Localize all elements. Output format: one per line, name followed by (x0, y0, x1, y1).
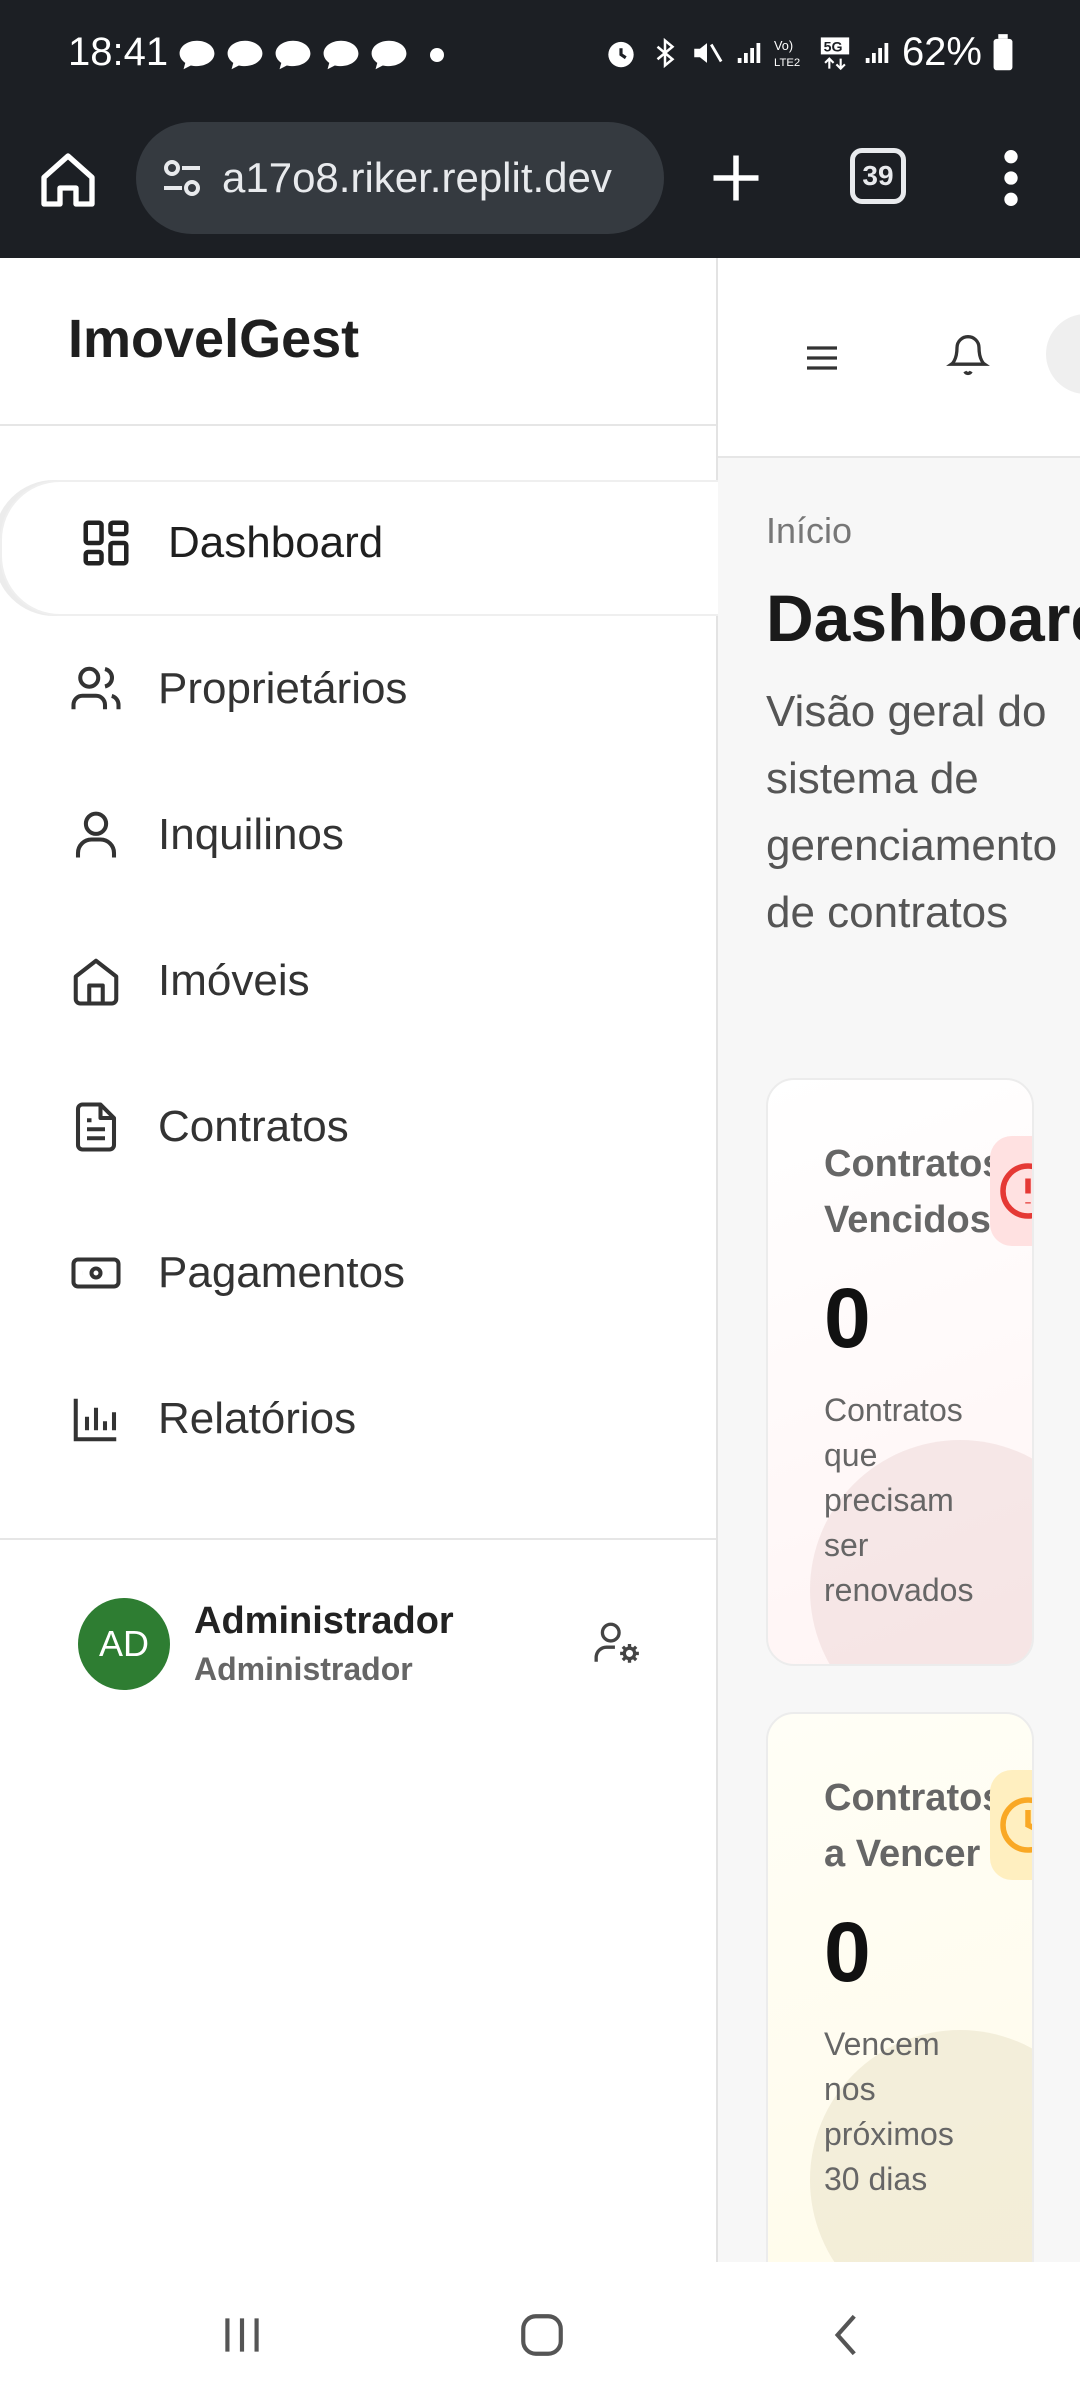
brand-logo[interactable]: ImovelGest (68, 308, 359, 370)
status-bar: 18:41 Vo) LTE2 5G 62% (0, 0, 1080, 118)
user-role: Administrador (194, 1651, 413, 1687)
sidebar-item-label: Contratos (158, 1102, 349, 1151)
avatar: AD (78, 1598, 170, 1690)
hamburger-menu-icon[interactable] (802, 338, 842, 378)
sidebar-item-label: Pagamentos (158, 1248, 406, 1297)
status-time: 18:41 (68, 30, 169, 74)
users-icon (68, 661, 124, 717)
sidebar-item-label: Imóveis (158, 956, 310, 1005)
sidebar-item-inquilinos[interactable]: Inquilinos (0, 762, 716, 908)
home-button-icon[interactable] (514, 2310, 570, 2360)
top-bar (718, 258, 1080, 458)
notification-icons (178, 38, 444, 72)
sidebar: ImovelGest Dashboard Proprietários Inqui… (0, 258, 762, 2262)
url-text: a17o8.riker.replit.dev (222, 154, 612, 201)
sidebar-item-label: Inquilinos (158, 810, 344, 859)
sidebar-item-proprietarios[interactable]: Proprietários (0, 616, 716, 762)
document-icon (68, 1099, 124, 1155)
signal-icon (865, 42, 889, 63)
site-settings-icon[interactable] (158, 154, 206, 202)
recent-apps-icon[interactable] (214, 2310, 270, 2360)
chat-bubble-icon (179, 40, 215, 70)
battery-icon (993, 33, 1013, 70)
divider (0, 1538, 716, 1540)
sidebar-item-label: Proprietários (158, 664, 408, 713)
card-value: 0 (824, 1905, 871, 1999)
chat-bubble-icon (275, 40, 311, 70)
tab-switcher-button[interactable]: 39 (850, 148, 906, 204)
user-name: Administrador (194, 1600, 454, 1642)
sidebar-item-imoveis[interactable]: Imóveis (0, 908, 716, 1054)
page-title: Dashboard (766, 581, 1080, 655)
user-settings-icon[interactable] (592, 1618, 642, 1668)
topbar-avatar[interactable] (1046, 314, 1080, 394)
card-description: Contratos que precisam ser renovados (824, 1392, 974, 1608)
signal-icon (737, 42, 761, 63)
chat-bubble-icon (323, 40, 359, 70)
card-description: Vencem nos próximos 30 dias (824, 2026, 954, 2197)
breadcrumb[interactable]: Início (766, 510, 852, 552)
page-subtitle: Visão geral do sistema de gerenciamento … (766, 687, 1058, 937)
stat-card-contratos-a-vencer[interactable]: Contratos a Vencer 0 Vencem nos próximos… (766, 1712, 1034, 2262)
svg-text:LTE2: LTE2 (774, 56, 800, 68)
grid-icon (78, 515, 134, 571)
bell-icon[interactable] (946, 330, 990, 380)
battery-percent: 62% (901, 30, 982, 74)
sidebar-item-pagamentos[interactable]: Pagamentos (0, 1200, 716, 1346)
chat-bubble-icon (227, 40, 263, 70)
sidebar-item-label: Dashboard (168, 518, 384, 567)
tab-count: 39 (862, 160, 894, 191)
address-bar[interactable]: a17o8.riker.replit.dev (136, 122, 664, 234)
volte-icon: Vo) LTE2 (774, 38, 800, 69)
home-icon[interactable] (36, 148, 100, 212)
more-options-icon[interactable] (996, 146, 1026, 210)
back-icon[interactable] (820, 2310, 876, 2360)
new-tab-icon[interactable] (706, 148, 766, 208)
bar-chart-icon (68, 1391, 124, 1447)
sidebar-nav: Dashboard Proprietários Inquilinos Imóve… (0, 470, 762, 1492)
system-navigation-bar (0, 2262, 1080, 2400)
alarm-icon (608, 41, 634, 67)
clock-icon (990, 1770, 1032, 1880)
mute-icon (694, 42, 723, 63)
sidebar-item-dashboard[interactable]: Dashboard (0, 470, 762, 616)
dot-icon (430, 48, 444, 62)
5g-icon: 5G (820, 36, 850, 70)
main-content: Início Dashboard Visão geral do sistema … (718, 258, 1080, 2262)
browser-toolbar: a17o8.riker.replit.dev 39 (0, 118, 1080, 258)
bluetooth-icon (656, 37, 675, 68)
alert-circle-icon (990, 1136, 1032, 1246)
stat-card-contratos-vencidos[interactable]: Contratos Vencidos 0 Contratos que preci… (766, 1078, 1034, 1666)
system-indicators: Vo) LTE2 5G 62% (602, 30, 1014, 75)
user-icon (68, 807, 124, 863)
sidebar-item-contratos[interactable]: Contratos (0, 1054, 716, 1200)
home-icon (68, 953, 124, 1009)
svg-text:5G: 5G (824, 39, 843, 55)
banknote-icon (68, 1245, 124, 1301)
card-value: 0 (824, 1271, 871, 1365)
chat-bubble-icon (371, 40, 407, 70)
sidebar-item-relatorios[interactable]: Relatórios (0, 1346, 716, 1492)
user-profile[interactable]: AD Administrador Administrador (78, 1598, 454, 1690)
svg-text:Vo): Vo) (774, 38, 793, 53)
sidebar-item-label: Relatórios (158, 1394, 357, 1443)
divider (0, 424, 716, 426)
